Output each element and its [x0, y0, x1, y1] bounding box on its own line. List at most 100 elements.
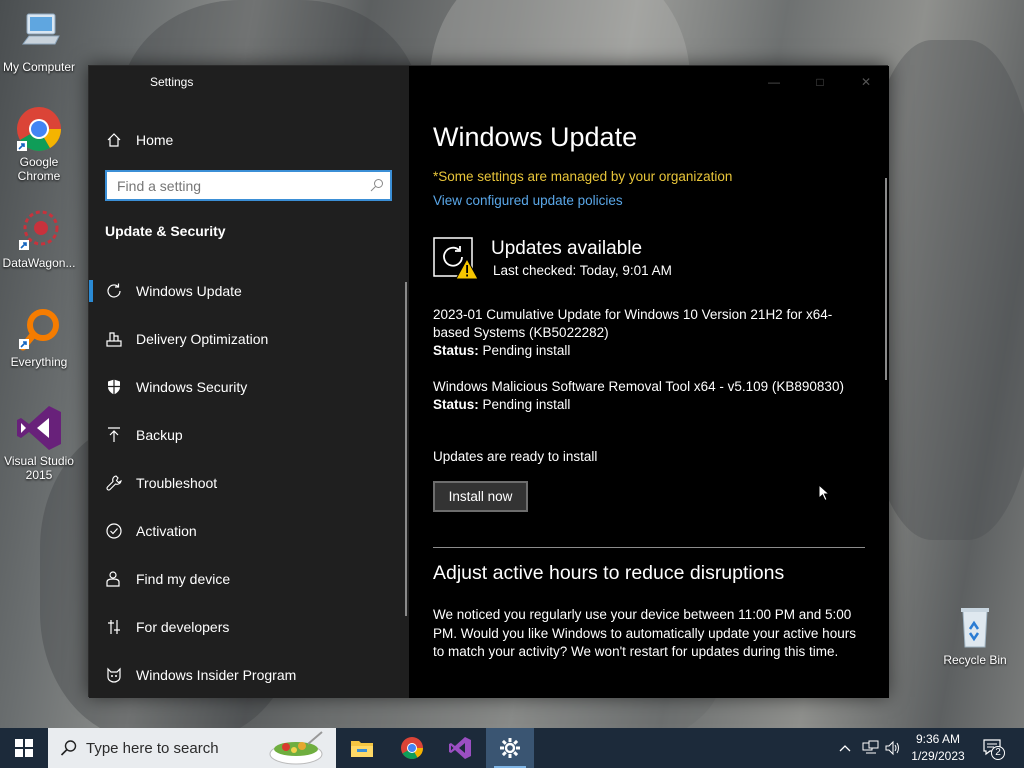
minimize-button[interactable]: — — [751, 66, 797, 98]
desktop-icon-my-computer[interactable]: My Computer — [1, 10, 77, 74]
update-item: Windows Malicious Software Removal Tool … — [433, 378, 853, 414]
desktop-icon-recycle-bin[interactable]: Recycle Bin — [937, 603, 1013, 667]
update-status-label: Status: — [433, 343, 479, 358]
managed-notice: *Some settings are managed by your organ… — [433, 169, 733, 184]
taskbar-file-explorer[interactable] — [338, 728, 386, 768]
section-title: Update & Security — [105, 223, 226, 239]
install-now-button[interactable]: Install now — [433, 481, 528, 512]
clock-time: 9:36 AM — [915, 732, 961, 746]
network-tray-button[interactable] — [862, 728, 880, 768]
window-titlebar[interactable]: Settings — □ ✕ — [89, 66, 889, 98]
nav-item-for-developers[interactable]: For developers — [89, 603, 405, 651]
update-name: 2023-01 Cumulative Update for Windows 10… — [433, 307, 833, 340]
action-center-button[interactable]: 2 — [982, 728, 1006, 768]
nav-item-activation[interactable]: Activation — [89, 507, 405, 555]
nav-item-windows-security[interactable]: Windows Security — [89, 363, 405, 411]
volume-tray-button[interactable] — [884, 728, 902, 768]
nav-item-find-my-device[interactable]: Find my device — [89, 555, 405, 603]
chevron-up-icon — [839, 745, 851, 752]
taskbar-chrome[interactable] — [388, 728, 436, 768]
desktop-icon-everything[interactable]: Everything — [1, 305, 77, 369]
update-status-label: Status: — [433, 397, 479, 412]
desktop-icon-label: Recycle Bin — [943, 653, 1007, 667]
settings-window: Home Update & Security Windows Update De… — [88, 65, 889, 698]
home-icon — [105, 131, 123, 149]
nav-item-windows-update[interactable]: Windows Update — [89, 267, 405, 315]
desktop-icon-label: Visual Studio 2015 — [4, 454, 74, 482]
network-icon — [862, 740, 879, 754]
window-title: Settings — [150, 75, 194, 89]
update-status-line: Status: Pending install — [433, 396, 853, 414]
visual-studio-icon — [15, 404, 63, 452]
nav-home-label: Home — [136, 132, 174, 148]
nav-item-label: Windows Security — [136, 379, 248, 395]
backup-icon — [105, 426, 123, 444]
speaker-icon — [885, 740, 899, 756]
datawagon-icon — [15, 206, 63, 254]
developer-tools-icon — [105, 618, 123, 636]
refresh-icon — [105, 282, 123, 300]
person-location-icon — [105, 570, 123, 588]
recycle-bin-icon — [951, 603, 999, 651]
view-update-policies-link[interactable]: View configured update policies — [433, 193, 623, 208]
nav-item-troubleshoot[interactable]: Troubleshoot — [89, 459, 405, 507]
desktop-icon-label: Everything — [10, 355, 68, 369]
nav-home[interactable]: Home — [105, 128, 173, 152]
nav-item-label: Activation — [136, 523, 197, 539]
update-status-line: Status: Pending install — [433, 342, 853, 360]
desktop-icon-visual-studio[interactable]: Visual Studio 2015 — [1, 404, 77, 482]
page-title: Windows Update — [433, 122, 638, 152]
taskbar: Type here to search 9:36 AM 1/29/2023 2 — [0, 728, 1024, 768]
settings-main-pane: Windows Update *Some settings are manage… — [409, 66, 889, 698]
nav-item-label: Backup — [136, 427, 183, 443]
search-highlight-salad-icon — [266, 730, 326, 768]
notification-count-badge: 2 — [991, 746, 1005, 760]
settings-gear-icon — [500, 738, 520, 758]
chrome-icon — [15, 105, 63, 153]
find-setting-input[interactable] — [107, 172, 357, 199]
taskbar-search-box[interactable]: Type here to search — [48, 728, 336, 768]
visual-studio-icon — [449, 737, 471, 759]
updates-status-title: Updates available — [491, 238, 643, 259]
active-hours-title: Adjust active hours to reduce disruption… — [433, 562, 785, 584]
clock-date: 1/29/2023 — [911, 749, 965, 763]
desktop-icon-google-chrome[interactable]: Google Chrome — [1, 105, 77, 183]
shield-icon — [105, 378, 123, 396]
search-icon — [60, 739, 78, 757]
nav-item-windows-insider-program[interactable]: Windows Insider Program — [89, 651, 405, 699]
close-button[interactable]: ✕ — [843, 66, 889, 98]
nav-item-label: Windows Update — [136, 283, 242, 299]
nav-item-label: Find my device — [136, 571, 231, 587]
taskbar-visual-studio[interactable] — [436, 728, 484, 768]
settings-sidebar: Home Update & Security Windows Update De… — [89, 66, 409, 698]
search-icon[interactable] — [370, 178, 384, 197]
file-explorer-icon — [351, 741, 373, 757]
taskbar-settings[interactable] — [486, 728, 534, 768]
find-setting-search — [105, 170, 392, 201]
chrome-icon — [401, 737, 423, 759]
desktop-icon-label: Google Chrome — [17, 155, 61, 183]
computer-icon — [15, 10, 63, 58]
ready-to-install-text: Updates are ready to install — [433, 449, 598, 464]
nav-item-delivery-optimization[interactable]: Delivery Optimization — [89, 315, 405, 363]
windows-logo-icon — [15, 739, 33, 757]
sidebar-scrollbar[interactable] — [405, 282, 407, 616]
update-status-value: Pending install — [482, 343, 571, 358]
insider-cat-icon — [105, 666, 123, 684]
nav-item-label: Windows Insider Program — [136, 667, 297, 683]
checkmark-circle-icon — [105, 522, 123, 540]
update-name: Windows Malicious Software Removal Tool … — [433, 379, 844, 394]
notification-icon: 2 — [982, 738, 1005, 760]
desktop-icon-datawagon[interactable]: DataWagon... — [1, 206, 77, 270]
delivery-optimization-icon — [105, 330, 123, 348]
nav-item-backup[interactable]: Backup — [89, 411, 405, 459]
start-button[interactable] — [0, 728, 48, 768]
main-scrollbar[interactable] — [885, 178, 887, 380]
maximize-button[interactable]: □ — [797, 66, 843, 98]
taskbar-search-placeholder: Type here to search — [86, 739, 219, 757]
update-warning-icon — [433, 237, 479, 281]
show-hidden-icons-button[interactable] — [838, 728, 852, 768]
last-checked-text: Last checked: Today, 9:01 AM — [493, 263, 672, 278]
nav-item-label: Delivery Optimization — [136, 331, 269, 347]
taskbar-clock[interactable]: 9:36 AM 1/29/2023 — [905, 731, 971, 765]
